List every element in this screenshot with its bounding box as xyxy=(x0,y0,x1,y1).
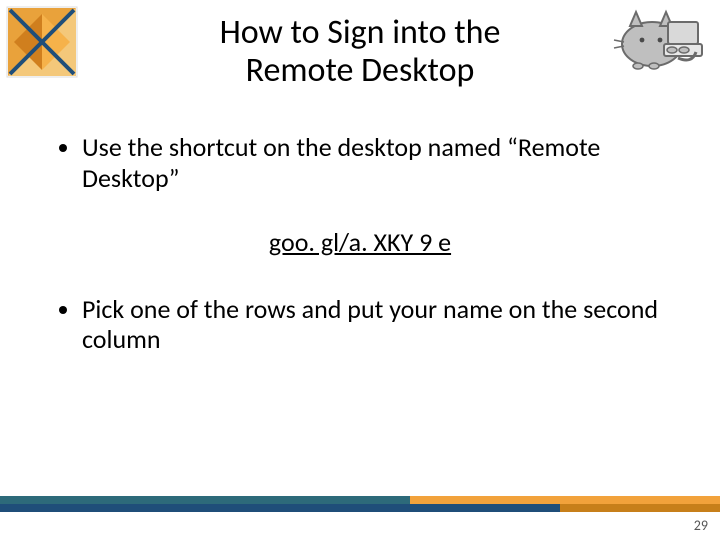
cat-laptop-icon xyxy=(610,2,706,72)
title-line-2: Remote Desktop xyxy=(246,50,475,91)
list-item: Pick one of the rows and put your name o… xyxy=(82,294,666,355)
bullet-list: Use the shortcut on the desktop named “R… xyxy=(54,132,666,193)
link-row: goo. gl/a. XKY 9 e xyxy=(54,226,666,258)
accent-segment-teal xyxy=(0,496,410,504)
slide-header: How to Sign into the Remote Desktop xyxy=(0,0,720,96)
slide: How to Sign into the Remote Desktop Use … xyxy=(0,0,720,540)
accent-segment-orange-dark xyxy=(560,504,720,512)
short-link[interactable]: goo. gl/a. XKY 9 e xyxy=(269,226,451,258)
page-number: 29 xyxy=(694,517,708,534)
footer-accent-bar xyxy=(0,496,720,514)
bullet-text: Pick one of the rows and put your name o… xyxy=(82,293,658,356)
slide-body: Use the shortcut on the desktop named “R… xyxy=(0,96,720,355)
list-item: Use the shortcut on the desktop named “R… xyxy=(82,132,666,193)
title-line-1: How to Sign into the xyxy=(220,12,501,53)
hourglass-logo-icon xyxy=(6,6,78,78)
accent-segment-orange xyxy=(410,496,720,504)
bullet-text: Use the shortcut on the desktop named “R… xyxy=(82,131,600,194)
bullet-list: Pick one of the rows and put your name o… xyxy=(54,294,666,355)
